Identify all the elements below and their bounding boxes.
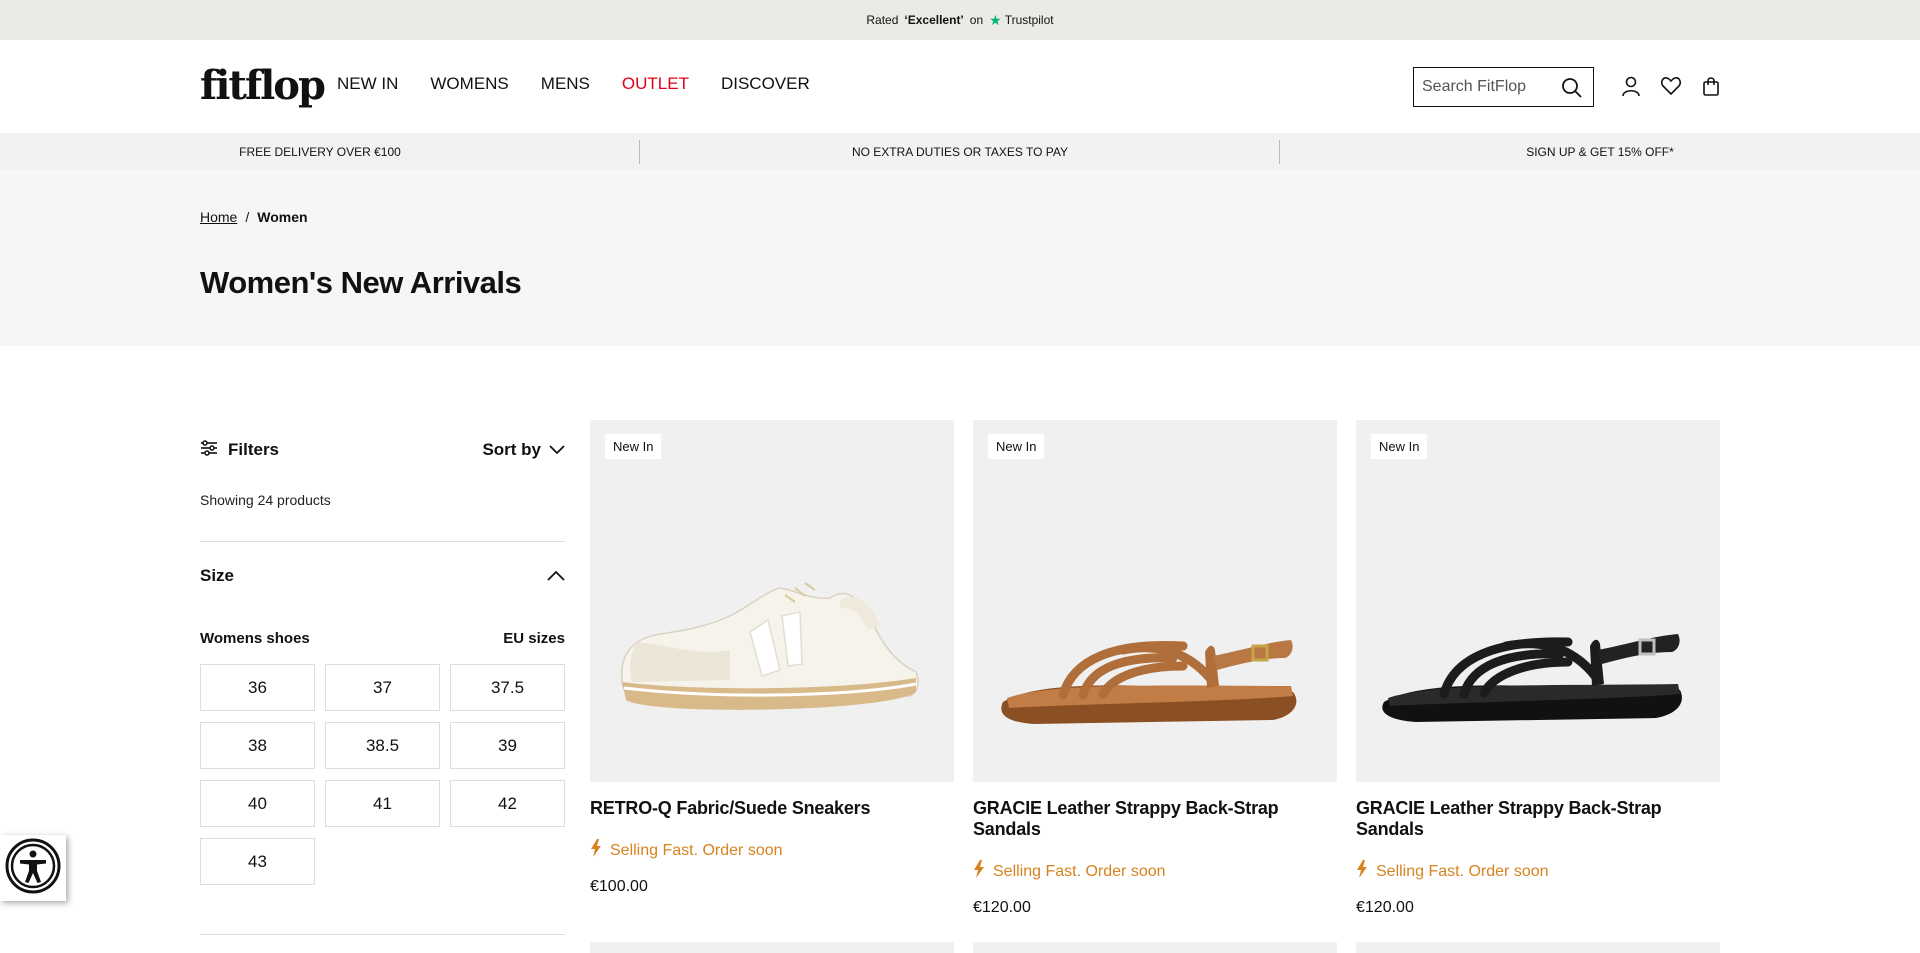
product-price: €120.00	[973, 899, 1031, 916]
accessibility-button[interactable]	[0, 835, 66, 901]
usp-no-duties[interactable]: NO EXTRA DUTIES OR TAXES TO PAY	[640, 133, 1280, 170]
filter-sidebar: Filters Sort by Showing 24 products Size…	[200, 420, 565, 935]
breadcrumb-current: Women	[257, 209, 308, 225]
rated-text: Rated	[866, 13, 899, 27]
product-price: €100.00	[590, 878, 648, 895]
lightning-icon	[590, 839, 602, 862]
lightning-icon	[973, 860, 985, 883]
page-title: Women's New Arrivals	[200, 265, 522, 300]
product-grid: New In RETRO-Q Fabric/Suede Sneakers Sel…	[590, 420, 1720, 917]
trustpilot-bar[interactable]: Rated ‘Excellent’ on ★ Trustpilot	[0, 0, 1920, 40]
new-in-badge: New In	[605, 434, 662, 459]
next-product-image[interactable]	[973, 942, 1337, 953]
site-header: fitflop NEW IN WOMENS MENS OUTLET DISCOV…	[0, 40, 1920, 133]
black-sandal-illustration	[1382, 634, 1682, 722]
size-option-41[interactable]: 41	[325, 780, 440, 827]
status-text: Selling Fast. Order soon	[993, 862, 1166, 880]
chevron-down-icon	[549, 440, 565, 460]
product-name[interactable]: GRACIE Leather Strappy Back-Strap Sandal…	[1356, 798, 1720, 840]
product-image[interactable]: New In	[590, 420, 954, 782]
usp-label: NO EXTRA DUTIES OR TAXES TO PAY	[851, 144, 1069, 159]
on-text: on	[969, 13, 984, 27]
size-option-40[interactable]: 40	[200, 780, 315, 827]
product-name[interactable]: RETRO-Q Fabric/Suede Sneakers	[590, 798, 954, 819]
product-image[interactable]: New In	[973, 420, 1337, 782]
accessibility-icon	[5, 838, 61, 899]
product-name[interactable]: GRACIE Leather Strappy Back-Strap Sandal…	[973, 798, 1337, 840]
usp-signup-offer[interactable]: SIGN UP & GET 15% OFF*	[1280, 133, 1920, 170]
product-image[interactable]: New In	[1356, 420, 1720, 782]
divider	[200, 541, 565, 542]
size-filter-label: Size	[200, 566, 235, 585]
size-filter-header[interactable]: Size	[200, 566, 565, 586]
size-subheader: Womens shoes EU sizes	[200, 630, 565, 647]
usp-label: FREE DELIVERY OVER €100	[239, 144, 401, 159]
divider	[200, 934, 565, 935]
next-product-image[interactable]	[590, 942, 954, 953]
usp-free-delivery[interactable]: FREE DELIVERY OVER €100	[0, 133, 640, 170]
status-text: Selling Fast. Order soon	[610, 841, 783, 859]
tan-sandal-illustration	[1001, 640, 1297, 724]
trustpilot-text: Trustpilot	[1004, 13, 1054, 27]
rating-text: ‘Excellent’	[904, 13, 964, 27]
size-option-38-5[interactable]: 38.5	[325, 722, 440, 769]
product-card: New In GRACIE Leather Strappy Back-Strap…	[1356, 420, 1720, 917]
breadcrumb-home[interactable]: Home	[200, 209, 237, 225]
product-price: €120.00	[1356, 899, 1414, 916]
nav-discover[interactable]: DISCOVER	[721, 74, 810, 94]
next-product-image[interactable]	[1356, 942, 1720, 953]
usp-bar: FREE DELIVERY OVER €100 NO EXTRA DUTIES …	[0, 133, 1920, 170]
selling-fast-status: Selling Fast. Order soon	[1356, 860, 1720, 883]
filters-sliders-icon	[200, 439, 218, 462]
lightning-icon	[1356, 860, 1368, 883]
search-input[interactable]	[1422, 78, 1552, 96]
category-hero: Home / Women Women's New Arrivals	[0, 170, 1920, 346]
account-icon[interactable]	[1620, 75, 1642, 97]
sort-by-dropdown[interactable]: Sort by	[482, 440, 565, 460]
sort-by-label: Sort by	[482, 440, 541, 459]
breadcrumb: Home / Women	[200, 209, 308, 225]
size-option-38[interactable]: 38	[200, 722, 315, 769]
main-nav: NEW IN WOMENS MENS OUTLET DISCOVER	[337, 74, 810, 94]
size-option-37[interactable]: 37	[325, 664, 440, 711]
nav-mens[interactable]: MENS	[541, 74, 590, 94]
selling-fast-status: Selling Fast. Order soon	[973, 860, 1337, 883]
search-box	[1413, 67, 1594, 107]
size-option-37-5[interactable]: 37.5	[450, 664, 565, 711]
size-system-label: EU sizes	[503, 630, 565, 647]
product-card: New In RETRO-Q Fabric/Suede Sneakers Sel…	[590, 420, 954, 917]
breadcrumb-separator: /	[245, 209, 250, 225]
size-options: 36 37 37.5 38 38.5 39 40 41 42 43	[200, 664, 565, 885]
trustpilot-star-icon: ★	[989, 11, 1002, 28]
nav-outlet[interactable]: OUTLET	[622, 74, 689, 94]
shopping-bag-icon[interactable]	[1700, 75, 1722, 97]
sneaker-illustration	[621, 582, 919, 710]
size-option-39[interactable]: 39	[450, 722, 565, 769]
product-count: Showing 24 products	[200, 492, 331, 508]
new-in-badge: New In	[1371, 434, 1428, 459]
wishlist-heart-icon[interactable]	[1660, 75, 1682, 97]
header-icons	[1620, 75, 1722, 97]
nav-womens[interactable]: WOMENS	[430, 74, 508, 94]
size-option-42[interactable]: 42	[450, 780, 565, 827]
size-group-label: Womens shoes	[200, 630, 310, 647]
product-card: New In GRACIE Leather Strappy Back-Strap…	[973, 420, 1337, 917]
selling-fast-status: Selling Fast. Order soon	[590, 839, 954, 862]
size-option-43[interactable]: 43	[200, 838, 315, 885]
chevron-up-icon	[547, 566, 565, 586]
new-in-badge: New In	[988, 434, 1045, 459]
fitflop-logo[interactable]: fitflop	[200, 62, 326, 110]
size-option-36[interactable]: 36	[200, 664, 315, 711]
filters-label: Filters	[228, 440, 280, 459]
status-text: Selling Fast. Order soon	[1376, 862, 1549, 880]
nav-new-in[interactable]: NEW IN	[337, 74, 398, 94]
usp-label: SIGN UP & GET 15% OFF*	[1526, 144, 1674, 159]
search-icon[interactable]	[1561, 77, 1583, 104]
